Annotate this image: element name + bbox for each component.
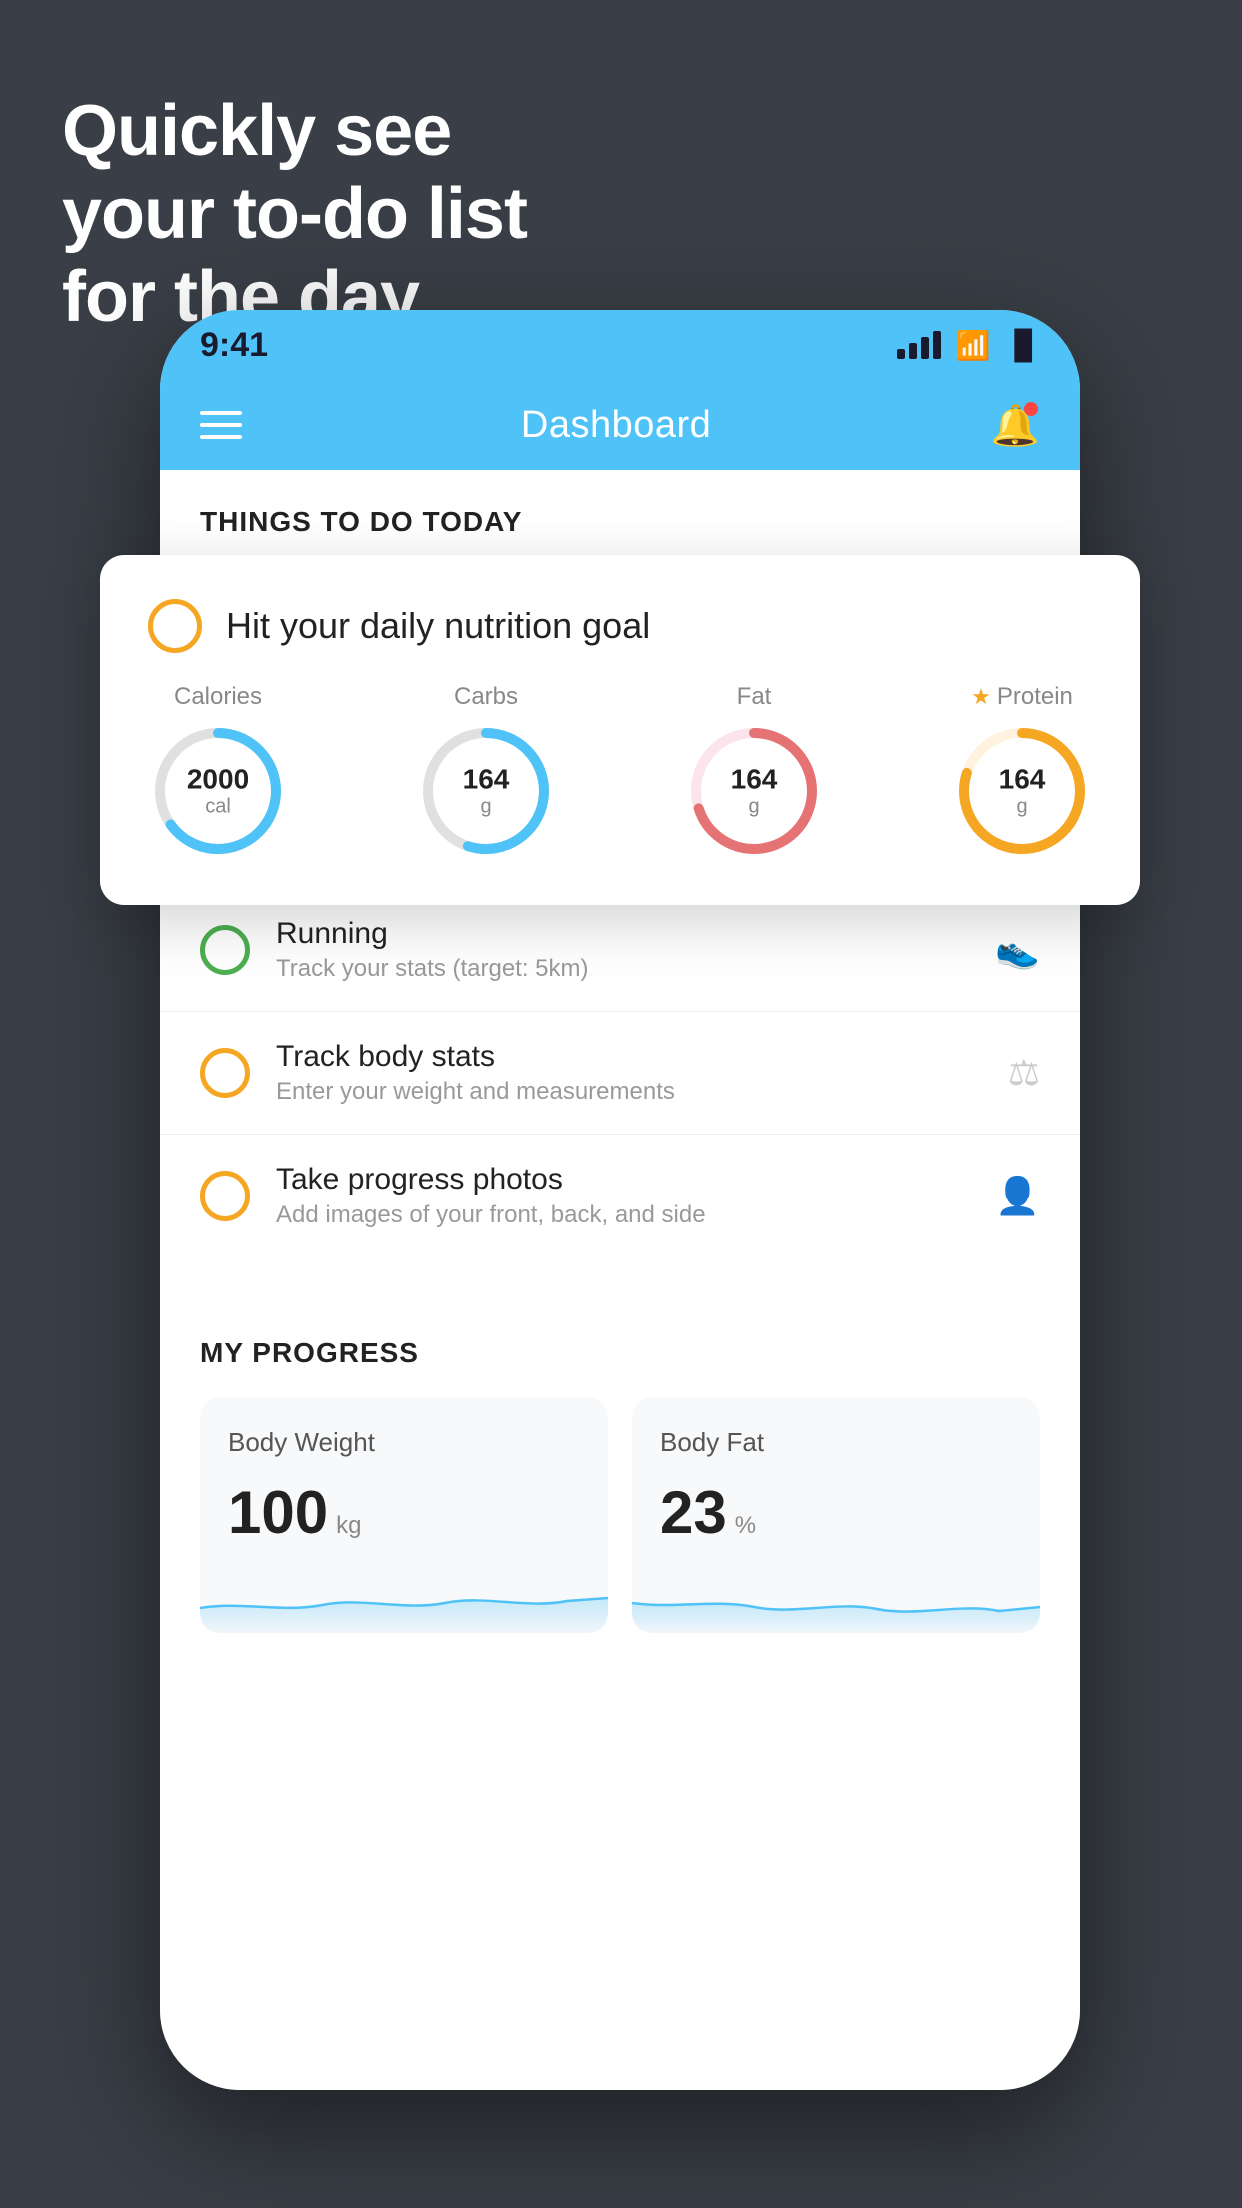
todo-title-body-stats: Track body stats (276, 1040, 982, 1074)
carbs-value: 164 (463, 764, 510, 796)
calories-label: Calories (174, 683, 262, 711)
body-fat-chart (632, 1563, 1040, 1633)
body-weight-chart (200, 1563, 608, 1633)
todo-texts-running: Running Track your stats (target: 5km) (276, 917, 969, 983)
todo-list: Running Track your stats (target: 5km) 👟… (160, 888, 1080, 1257)
protein-unit: g (999, 796, 1046, 819)
notification-button[interactable]: 🔔 (990, 402, 1040, 449)
nutrition-calories: Calories 2000 cal (148, 683, 288, 861)
body-fat-number: 23 (660, 1478, 727, 1547)
photo-icon: 👤 (995, 1175, 1040, 1217)
nutrition-fat: Fat 164 g (684, 683, 824, 861)
progress-section: MY PROGRESS Body Weight 100 kg (160, 1307, 1080, 1633)
todo-circle-running (200, 925, 250, 975)
fat-circle: 164 g (684, 721, 824, 861)
todo-texts-body-stats: Track body stats Enter your weight and m… (276, 1040, 982, 1106)
things-today-title: THINGS TO DO TODAY (200, 506, 522, 537)
fat-value: 164 (731, 764, 778, 796)
todo-sub-photos: Add images of your front, back, and side (276, 1201, 969, 1229)
carbs-circle: 164 g (416, 721, 556, 861)
notification-dot (1024, 402, 1038, 416)
body-weight-value: 100 kg (228, 1478, 580, 1547)
body-fat-unit: % (735, 1512, 756, 1540)
status-bar: 9:41 📶 ▐▌ (160, 310, 1080, 380)
body-weight-unit: kg (336, 1512, 361, 1540)
calories-unit: cal (187, 796, 249, 819)
body-fat-value: 23 % (660, 1478, 1012, 1547)
scale-icon: ⚖ (1008, 1052, 1040, 1094)
headline: Quickly see your to-do list for the day. (62, 90, 527, 338)
status-icons: 📶 ▐▌ (897, 329, 1040, 362)
nutrition-check-circle (148, 599, 202, 653)
nutrition-carbs: Carbs 164 g (416, 683, 556, 861)
body-weight-number: 100 (228, 1478, 328, 1547)
nutrition-card-header: Hit your daily nutrition goal (148, 599, 1092, 653)
star-icon: ★ (971, 684, 991, 710)
protein-value: 164 (999, 764, 1046, 796)
menu-button[interactable] (200, 411, 242, 439)
nutrition-grid: Calories 2000 cal Carbs (148, 683, 1092, 861)
progress-cards: Body Weight 100 kg (200, 1397, 1040, 1633)
body-weight-card[interactable]: Body Weight 100 kg (200, 1397, 608, 1633)
todo-item-running[interactable]: Running Track your stats (target: 5km) 👟 (160, 888, 1080, 1011)
signal-bars-icon (897, 331, 941, 359)
todo-item-photos[interactable]: Take progress photos Add images of your … (160, 1134, 1080, 1257)
todo-circle-body-stats (200, 1048, 250, 1098)
nutrition-protein: ★ Protein 164 g (952, 683, 1092, 861)
app-header: Dashboard 🔔 (160, 380, 1080, 470)
wifi-icon: 📶 (955, 329, 990, 362)
carbs-unit: g (463, 796, 510, 819)
todo-title-running: Running (276, 917, 969, 951)
nutrition-card-title: Hit your daily nutrition goal (226, 605, 650, 647)
todo-sub-body-stats: Enter your weight and measurements (276, 1078, 982, 1106)
body-weight-label: Body Weight (228, 1427, 580, 1458)
todo-title-photos: Take progress photos (276, 1163, 969, 1197)
protein-label-row: ★ Protein (971, 683, 1073, 711)
protein-label: Protein (997, 683, 1073, 711)
carbs-label: Carbs (454, 683, 518, 711)
battery-icon: ▐▌ (1004, 329, 1040, 361)
protein-circle: 164 g (952, 721, 1092, 861)
todo-circle-photos (200, 1171, 250, 1221)
fat-label: Fat (737, 683, 772, 711)
calories-value: 2000 (187, 764, 249, 796)
body-fat-card[interactable]: Body Fat 23 % (632, 1397, 1040, 1633)
progress-title: MY PROGRESS (200, 1307, 1040, 1369)
fat-unit: g (731, 796, 778, 819)
calories-circle: 2000 cal (148, 721, 288, 861)
status-time: 9:41 (200, 326, 268, 365)
todo-texts-photos: Take progress photos Add images of your … (276, 1163, 969, 1229)
todo-item-body-stats[interactable]: Track body stats Enter your weight and m… (160, 1011, 1080, 1134)
todo-sub-running: Track your stats (target: 5km) (276, 955, 969, 983)
header-title: Dashboard (521, 404, 711, 447)
nutrition-card[interactable]: Hit your daily nutrition goal Calories 2… (100, 555, 1140, 905)
running-icon: 👟 (995, 929, 1040, 971)
things-today-header: THINGS TO DO TODAY (160, 470, 1080, 558)
headline-line2: your to-do list (62, 173, 527, 256)
headline-line1: Quickly see (62, 90, 527, 173)
body-fat-label: Body Fat (660, 1427, 1012, 1458)
